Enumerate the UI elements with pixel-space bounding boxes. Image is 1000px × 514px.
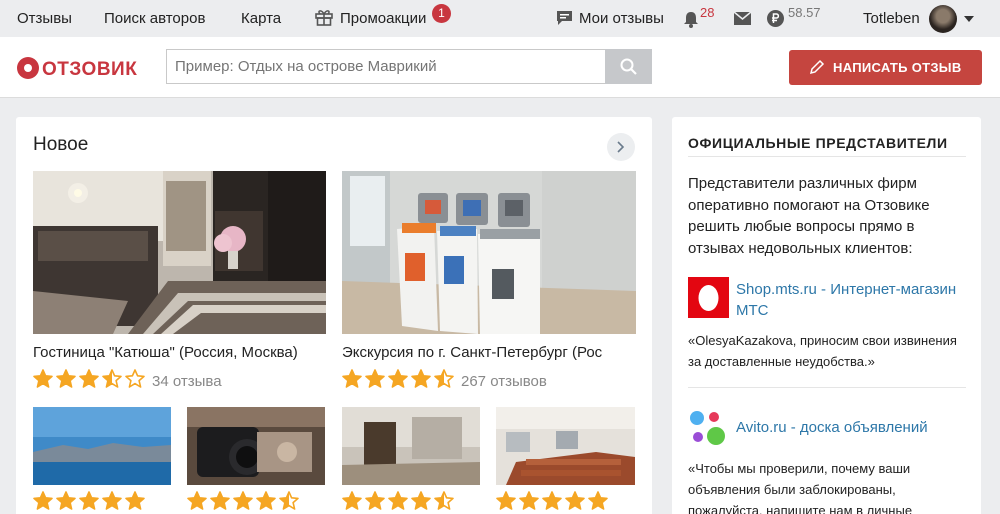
nav-author-search[interactable]: Поиск авторов [104, 10, 205, 27]
username-link[interactable]: Totleben [863, 10, 920, 27]
star-icon [279, 491, 299, 510]
nav-map[interactable]: Карта [241, 10, 281, 27]
star-icon [125, 369, 145, 388]
panel-title: ОФИЦИАЛЬНЫЕ ПРЕДСТАВИТЕЛИ [688, 135, 948, 151]
site-header: ОТЗОВИК НАПИСАТЬ ОТЗЫВ [0, 37, 1000, 98]
item-image[interactable] [496, 407, 635, 485]
nav-promotions[interactable]: Промоакции [340, 10, 426, 27]
comment-icon [556, 10, 573, 30]
rating-stars [342, 369, 457, 389]
star-icon [365, 369, 385, 388]
panel-description: Представители различных фирм оперативно … [688, 175, 930, 257]
item-image[interactable] [342, 407, 480, 485]
star-icon [588, 491, 608, 510]
divider [688, 156, 966, 157]
rep-link-avito[interactable]: Avito.ru - доска объявлений [736, 417, 966, 438]
item-image[interactable] [33, 407, 171, 485]
rating-stars [187, 491, 302, 511]
star-icon [565, 491, 585, 510]
mts-logo[interactable] [688, 277, 729, 318]
star-icon [33, 491, 53, 510]
star-icon [187, 491, 207, 510]
star-icon [496, 491, 516, 510]
rating-stars [342, 491, 457, 511]
star-icon [102, 369, 122, 388]
star-icon [79, 369, 99, 388]
star-icon [125, 491, 145, 510]
bell-icon[interactable] [683, 11, 699, 32]
star-icon [388, 369, 408, 388]
rating-stars [33, 369, 148, 389]
divider [688, 387, 966, 388]
search-icon [620, 58, 637, 75]
star-icon [434, 369, 454, 388]
ruble-icon [767, 10, 784, 31]
item-image[interactable] [33, 171, 326, 334]
my-reviews-link[interactable]: Мои отзывы [579, 10, 664, 27]
gift-icon [314, 7, 334, 31]
star-icon [388, 491, 408, 510]
review-count[interactable]: 34 отзыва [152, 373, 222, 390]
pencil-icon [809, 59, 825, 75]
item-image[interactable] [342, 171, 636, 334]
item-title[interactable]: Гостиница "Катюша" (Россия, Москва) [33, 344, 326, 361]
official-reps-panel: ОФИЦИАЛЬНЫЕ ПРЕДСТАВИТЕЛИ Представители … [672, 117, 981, 514]
star-icon [519, 491, 539, 510]
star-icon [434, 491, 454, 510]
mail-icon[interactable] [733, 11, 752, 29]
search-button[interactable] [605, 49, 652, 84]
nav-reviews[interactable]: Отзывы [17, 10, 72, 27]
star-icon [542, 491, 562, 510]
chevron-right-icon [617, 141, 625, 153]
chevron-down-icon[interactable] [964, 16, 974, 22]
promotions-badge: 1 [432, 4, 451, 23]
next-button[interactable] [607, 133, 635, 161]
rating-stars [496, 491, 611, 511]
write-review-button[interactable]: НАПИСАТЬ ОТЗЫВ [789, 50, 982, 85]
item-title[interactable]: Экскурсия по г. Санкт-Петербург (Рос [342, 344, 636, 361]
star-icon [56, 369, 76, 388]
avito-logo[interactable] [688, 409, 729, 450]
rating-stars [33, 491, 148, 511]
logo-icon [17, 57, 39, 79]
star-icon [411, 369, 431, 388]
balance-value: 58.57 [788, 5, 821, 20]
item-image[interactable] [187, 407, 325, 485]
review-count[interactable]: 267 отзывов [461, 373, 547, 390]
star-icon [79, 491, 99, 510]
avatar[interactable] [929, 5, 957, 33]
star-icon [102, 491, 122, 510]
new-items-card: Новое Гостиница "Катюша" (Россия, Москва… [16, 117, 652, 514]
star-icon [411, 491, 431, 510]
star-icon [33, 369, 53, 388]
top-nav: Отзывы Поиск авторов Карта Промоакции 1 … [0, 0, 1000, 37]
notifications-count: 28 [700, 5, 715, 20]
star-icon [256, 491, 276, 510]
rep-link-mts[interactable]: Shop.mts.ru - Интернет-магазин МТС [736, 279, 966, 321]
rep-quote: «OlesyaKazakova, приносим свои извинения… [688, 333, 957, 369]
star-icon [342, 491, 362, 510]
section-title: Новое [33, 134, 89, 155]
star-icon [210, 491, 230, 510]
star-icon [342, 369, 362, 388]
star-icon [56, 491, 76, 510]
star-icon [365, 491, 385, 510]
star-icon [233, 491, 253, 510]
rep-quote: «Чтобы мы проверили, почему ваши объявле… [688, 461, 913, 514]
search-input[interactable] [166, 49, 606, 84]
